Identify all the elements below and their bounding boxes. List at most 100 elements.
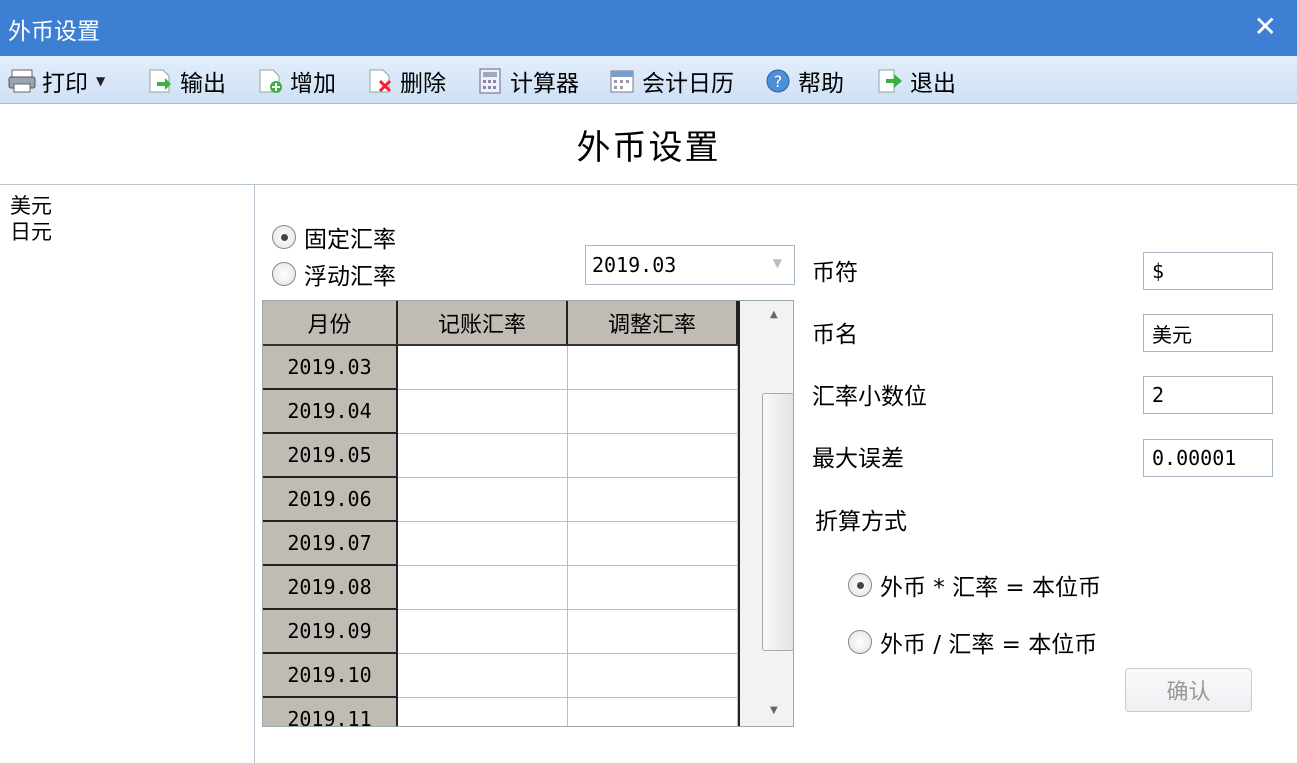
table-row: 2019.06 xyxy=(263,477,738,522)
name-label: 币名 xyxy=(812,322,858,348)
adjust-rate-cell[interactable] xyxy=(567,389,738,434)
book-rate-cell[interactable] xyxy=(397,521,568,566)
decimals-label: 汇率小数位 xyxy=(812,384,927,410)
column-header-book-rate[interactable]: 记账汇率 xyxy=(397,301,568,346)
table-row: 2019.09 xyxy=(263,609,738,654)
adjust-rate-cell[interactable] xyxy=(567,609,738,654)
add-label: 增加 xyxy=(290,71,336,97)
month-cell: 2019.07 xyxy=(263,521,398,566)
adjust-rate-cell[interactable] xyxy=(567,345,738,390)
chevron-down-icon[interactable]: ▼ xyxy=(96,74,105,88)
adjust-rate-cell[interactable] xyxy=(567,653,738,698)
conversion-divide-label: 外币 / 汇率 = 本位币 xyxy=(880,632,1098,658)
calendar-label: 会计日历 xyxy=(642,71,734,97)
book-rate-cell[interactable] xyxy=(397,653,568,698)
currency-item-jpy[interactable]: 日元 xyxy=(10,219,254,245)
help-label: 帮助 xyxy=(798,71,844,97)
floating-rate-label: 浮动汇率 xyxy=(304,264,396,290)
column-header-month[interactable]: 月份 xyxy=(263,301,398,346)
help-icon: ? xyxy=(764,68,792,94)
book-rate-cell[interactable] xyxy=(397,565,568,610)
month-cell: 2019.06 xyxy=(263,477,398,522)
table-row: 2019.08 xyxy=(263,565,738,610)
table-row: 2019.03 xyxy=(263,345,738,390)
export-button[interactable]: 输出 xyxy=(146,66,226,97)
print-label: 打印 xyxy=(42,71,88,97)
book-rate-cell[interactable] xyxy=(397,433,568,478)
adjust-rate-cell[interactable] xyxy=(567,433,738,478)
calculator-label: 计算器 xyxy=(510,71,579,97)
adjust-rate-cell[interactable] xyxy=(567,565,738,610)
export-label: 输出 xyxy=(180,71,226,97)
period-select-value: 2019.03 xyxy=(592,253,677,277)
month-cell: 2019.10 xyxy=(263,653,398,698)
table-header-row: 月份 记账汇率 调整汇率 xyxy=(263,301,738,346)
max-error-input[interactable] xyxy=(1143,439,1273,477)
scroll-down-icon[interactable]: ▼ xyxy=(770,705,778,716)
printer-icon xyxy=(8,68,36,94)
radio-checked-icon xyxy=(848,573,872,597)
table-row: 2019.10 xyxy=(263,653,738,698)
adjust-rate-cell[interactable] xyxy=(567,697,738,726)
month-cell: 2019.08 xyxy=(263,565,398,610)
export-icon xyxy=(146,68,174,94)
scrollbar-thumb[interactable] xyxy=(762,393,793,651)
conversion-divide-radio[interactable]: 外币 / 汇率 = 本位币 xyxy=(848,625,1097,659)
add-button[interactable]: 增加 xyxy=(256,66,336,97)
book-rate-cell[interactable] xyxy=(397,477,568,522)
adjust-rate-cell[interactable] xyxy=(567,477,738,522)
page-heading: 外币设置 xyxy=(0,105,1297,185)
symbol-input[interactable] xyxy=(1143,252,1273,290)
period-select[interactable]: 2019.03 ▼ xyxy=(585,245,795,285)
month-cell: 2019.04 xyxy=(263,389,398,434)
delete-label: 删除 xyxy=(400,71,446,97)
book-rate-cell[interactable] xyxy=(397,345,568,390)
window-title: 外币设置 xyxy=(8,19,100,45)
max-error-label: 最大误差 xyxy=(812,446,904,472)
month-cell: 2019.11 xyxy=(263,697,398,726)
currency-list: 美元 日元 xyxy=(0,185,255,763)
table-row: 2019.04 xyxy=(263,389,738,434)
book-rate-cell[interactable] xyxy=(397,389,568,434)
help-button[interactable]: ? 帮助 xyxy=(764,66,844,97)
floating-rate-radio[interactable]: 浮动汇率 xyxy=(272,257,396,291)
rate-table: 月份 记账汇率 调整汇率 2019.03 2019.04 2019.05 201… xyxy=(263,301,738,726)
symbol-label: 币符 xyxy=(812,260,858,286)
book-rate-cell[interactable] xyxy=(397,697,568,726)
table-row: 2019.05 xyxy=(263,433,738,478)
adjust-rate-cell[interactable] xyxy=(567,521,738,566)
close-icon[interactable]: ✕ xyxy=(1254,10,1277,43)
book-rate-cell[interactable] xyxy=(397,609,568,654)
delete-button[interactable]: 删除 xyxy=(366,66,446,97)
calculator-button[interactable]: 计算器 xyxy=(476,66,579,97)
month-cell: 2019.09 xyxy=(263,609,398,654)
exit-icon xyxy=(876,68,904,94)
conversion-multiply-radio[interactable]: 外币 * 汇率 = 本位币 xyxy=(848,568,1101,602)
conversion-multiply-label: 外币 * 汇率 = 本位币 xyxy=(880,575,1102,601)
currency-item-usd[interactable]: 美元 xyxy=(10,193,254,219)
name-input[interactable] xyxy=(1143,314,1273,352)
table-row: 2019.11 xyxy=(263,697,738,726)
svg-text:?: ? xyxy=(774,72,783,91)
radio-unchecked-icon xyxy=(848,630,872,654)
decimals-input[interactable] xyxy=(1143,376,1273,414)
radio-unchecked-icon xyxy=(272,262,296,286)
chevron-down-icon[interactable]: ▼ xyxy=(773,256,782,270)
calendar-button[interactable]: 会计日历 xyxy=(608,66,734,97)
print-button[interactable]: 打印 ▼ xyxy=(8,66,105,97)
toolbar: 打印 ▼ 输出 增加 删除 计算器 会计日历 ? 帮助 退出 xyxy=(0,56,1297,104)
month-cell: 2019.05 xyxy=(263,433,398,478)
grid-scrollbar[interactable]: ▲ ▼ xyxy=(738,301,793,726)
add-icon xyxy=(256,68,284,94)
column-header-adjust-rate[interactable]: 调整汇率 xyxy=(567,301,738,346)
delete-icon xyxy=(366,68,394,94)
fixed-rate-label: 固定汇率 xyxy=(304,227,396,253)
radio-checked-icon xyxy=(272,225,296,249)
exit-button[interactable]: 退出 xyxy=(876,66,956,97)
confirm-button[interactable]: 确认 xyxy=(1125,668,1252,712)
fixed-rate-radio[interactable]: 固定汇率 xyxy=(272,220,396,254)
month-cell: 2019.03 xyxy=(263,345,398,390)
scroll-up-icon[interactable]: ▲ xyxy=(770,309,778,320)
calendar-icon xyxy=(608,68,636,94)
page-title: 外币设置 xyxy=(576,128,721,168)
